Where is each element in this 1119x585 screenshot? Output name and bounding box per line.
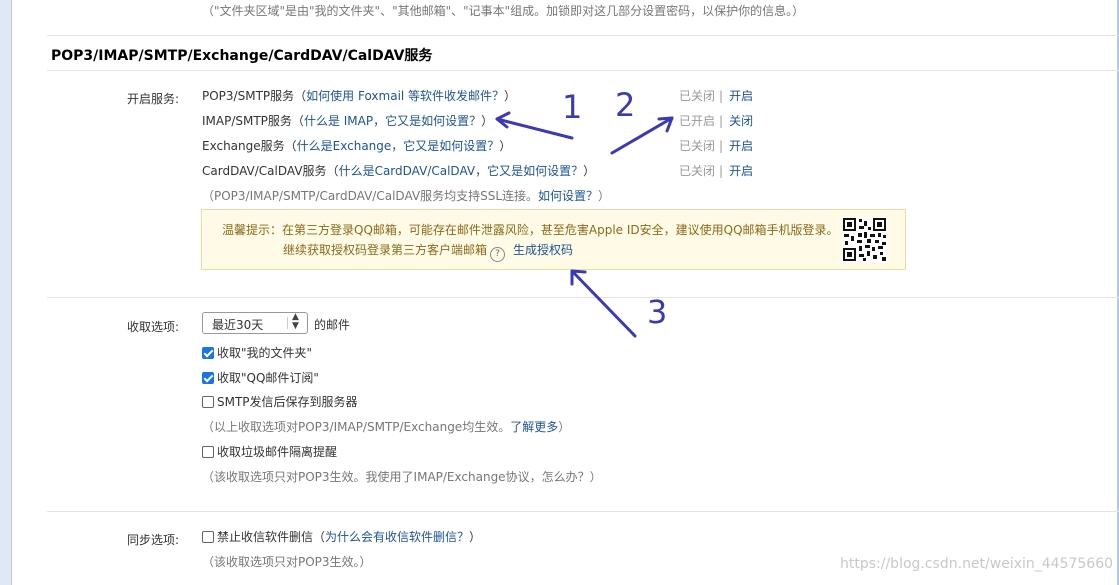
service-state: 已关闭 xyxy=(679,89,716,103)
service-help-link[interactable]: 什么是 IMAP，它又是如何设置？ xyxy=(304,114,481,128)
paren: ） xyxy=(504,89,517,103)
service-state: 已开启 xyxy=(679,114,716,128)
smtp-save-checkbox[interactable] xyxy=(202,396,214,408)
section-title: POP3/IMAP/SMTP/Exchange/CardDAV/CalDAV服务 xyxy=(51,48,433,64)
learn-more-link[interactable]: 了解更多 xyxy=(510,420,558,434)
paren: （ xyxy=(291,114,304,128)
receive-note-text: （以上收取选项对POP3/IMAP/SMTP/Exchange均生效。 xyxy=(202,420,511,434)
service-help-link[interactable]: 什么是CardDAV/CalDAV，它又是如何设置？ xyxy=(339,164,584,178)
tip-auth-text: 继续获取授权码登录第三方客户端邮箱 xyxy=(283,243,488,257)
paren: ） xyxy=(499,139,512,153)
service-name: POP3/SMTP服务 xyxy=(202,89,295,103)
receive-range-value: 最近30天 xyxy=(212,318,264,332)
paren: ） xyxy=(481,114,494,128)
prevent-delete-checkbox[interactable] xyxy=(202,531,214,543)
service-name: Exchange服务 xyxy=(202,139,285,153)
option-label: 收取"QQ邮件订阅" xyxy=(217,371,319,385)
paren: （ xyxy=(313,530,326,544)
disable-imap-link[interactable]: 关闭 xyxy=(729,114,753,128)
paren: ） xyxy=(558,420,571,434)
paren: ） xyxy=(598,189,611,203)
service-row-carddav: CardDAV/CalDAV服务（什么是CardDAV/CalDAV，它又是如何… xyxy=(202,162,595,179)
service-toggle-pop3: 已关闭 | 开启 xyxy=(679,87,753,104)
watermark: https://blog.csdn.net/weixin_44575660 xyxy=(840,556,1114,572)
separator: | xyxy=(719,139,724,153)
why-delete-link[interactable]: 为什么会有收信软件删信？ xyxy=(325,530,469,544)
paren: ） xyxy=(469,530,482,544)
annotation-number-3: 3 xyxy=(647,293,668,331)
ssl-note: （POP3/IMAP/SMTP/CardDAV/CalDAV服务均支持SSL连接… xyxy=(202,187,610,204)
option-label: 禁止收信软件删信 xyxy=(217,530,314,544)
ssl-setup-link[interactable]: 如何设置？ xyxy=(538,189,598,203)
sync-note: （该收取选项只对POP3生效。） xyxy=(202,555,372,569)
paren: ） xyxy=(583,164,596,178)
option-label: 收取"我的文件夹" xyxy=(217,346,313,360)
option-label: SMTP发信后保存到服务器 xyxy=(217,395,358,409)
receive-label: 收取选项: xyxy=(127,320,180,334)
enable-pop3-link[interactable]: 开启 xyxy=(729,89,753,103)
generate-auth-code-link[interactable]: 生成授权码 xyxy=(513,243,573,257)
qq-subscription-checkbox[interactable] xyxy=(202,372,214,384)
select-divider xyxy=(287,317,288,329)
sync-label: 同步选项: xyxy=(127,533,180,547)
service-state: 已关闭 xyxy=(679,139,716,153)
service-row-exchange: Exchange服务（什么是Exchange，它又是如何设置？） xyxy=(202,137,511,154)
option-spam-alert: 收取垃圾邮件隔离提醒 xyxy=(202,443,337,460)
receive-range-select[interactable]: 最近30天 ▲ ▼ xyxy=(202,312,308,334)
separator: | xyxy=(719,89,724,103)
spam-alert-checkbox[interactable] xyxy=(202,446,214,458)
service-name: CardDAV/CalDAV服务 xyxy=(202,164,327,178)
option-label: 收取垃圾邮件隔离提醒 xyxy=(217,445,338,459)
separator: | xyxy=(719,164,724,178)
annotation-number-2: 2 xyxy=(615,86,636,124)
ssl-note-text: （POP3/IMAP/SMTP/CardDAV/CalDAV服务均支持SSL连接… xyxy=(202,189,539,203)
service-row-pop3: POP3/SMTP服务（如何使用 Foxmail 等软件收发邮件？） xyxy=(202,87,516,104)
annotation-number-1: 1 xyxy=(562,88,583,126)
services-label: 开启服务: xyxy=(127,92,180,106)
paren: （ xyxy=(284,139,297,153)
service-help-link[interactable]: 什么是Exchange，它又是如何设置？ xyxy=(297,139,500,153)
tip-warning-text: 温馨提示：在第三方登录QQ邮箱，可能存在邮件泄露风险，甚至危害Apple ID安… xyxy=(222,223,839,237)
annotation-arrows xyxy=(495,111,674,338)
folder-lock-note: （"文件夹区域"是由"我的文件夹"、"其他邮箱"、"记事本"组成。加锁即对这几部… xyxy=(202,4,805,18)
paren: （ xyxy=(326,164,339,178)
option-prevent-delete: 禁止收信软件删信（为什么会有收信软件删信？） xyxy=(202,528,481,545)
updown-arrows-icon: ▲ ▼ xyxy=(292,312,299,331)
option-smtp-save: SMTP发信后保存到服务器 xyxy=(202,393,358,410)
service-name: IMAP/SMTP服务 xyxy=(202,114,292,128)
help-icon[interactable]: ? xyxy=(490,247,506,262)
divider xyxy=(47,70,1119,71)
pop3-only-note: （该收取选项只对POP3生效。我使用了IMAP/Exchange协议，怎么办？） xyxy=(202,470,602,484)
service-state: 已关闭 xyxy=(679,164,716,178)
separator: | xyxy=(719,114,724,128)
paren: （ xyxy=(294,89,307,103)
tip-auth-line: 继续获取授权码登录第三方客户端邮箱? 生成授权码 xyxy=(283,241,573,262)
enable-carddav-link[interactable]: 开启 xyxy=(729,164,753,178)
enable-exchange-link[interactable]: 开启 xyxy=(729,139,753,153)
service-row-imap: IMAP/SMTP服务（什么是 IMAP，它又是如何设置？） xyxy=(202,112,493,129)
left-sidebar-edge xyxy=(0,0,12,585)
service-toggle-imap: 已开启 | 关闭 xyxy=(679,112,753,129)
my-folders-checkbox[interactable] xyxy=(202,347,214,359)
option-my-folders: 收取"我的文件夹" xyxy=(202,344,312,361)
service-toggle-exchange: 已关闭 | 开启 xyxy=(679,137,753,154)
receive-note: （以上收取选项对POP3/IMAP/SMTP/Exchange均生效。了解更多） xyxy=(202,418,570,435)
divider xyxy=(47,297,1119,298)
divider xyxy=(47,511,1119,512)
divider xyxy=(47,35,1119,36)
receive-range-suffix: 的邮件 xyxy=(314,318,351,332)
security-tip-box: 温馨提示：在第三方登录QQ邮箱，可能存在邮件泄露风险，甚至危害Apple ID安… xyxy=(201,209,906,270)
service-toggle-carddav: 已关闭 | 开启 xyxy=(679,162,753,179)
service-help-link[interactable]: 如何使用 Foxmail 等软件收发邮件？ xyxy=(306,89,504,103)
option-qq-subscription: 收取"QQ邮件订阅" xyxy=(202,369,319,386)
qr-code-icon xyxy=(842,217,887,262)
